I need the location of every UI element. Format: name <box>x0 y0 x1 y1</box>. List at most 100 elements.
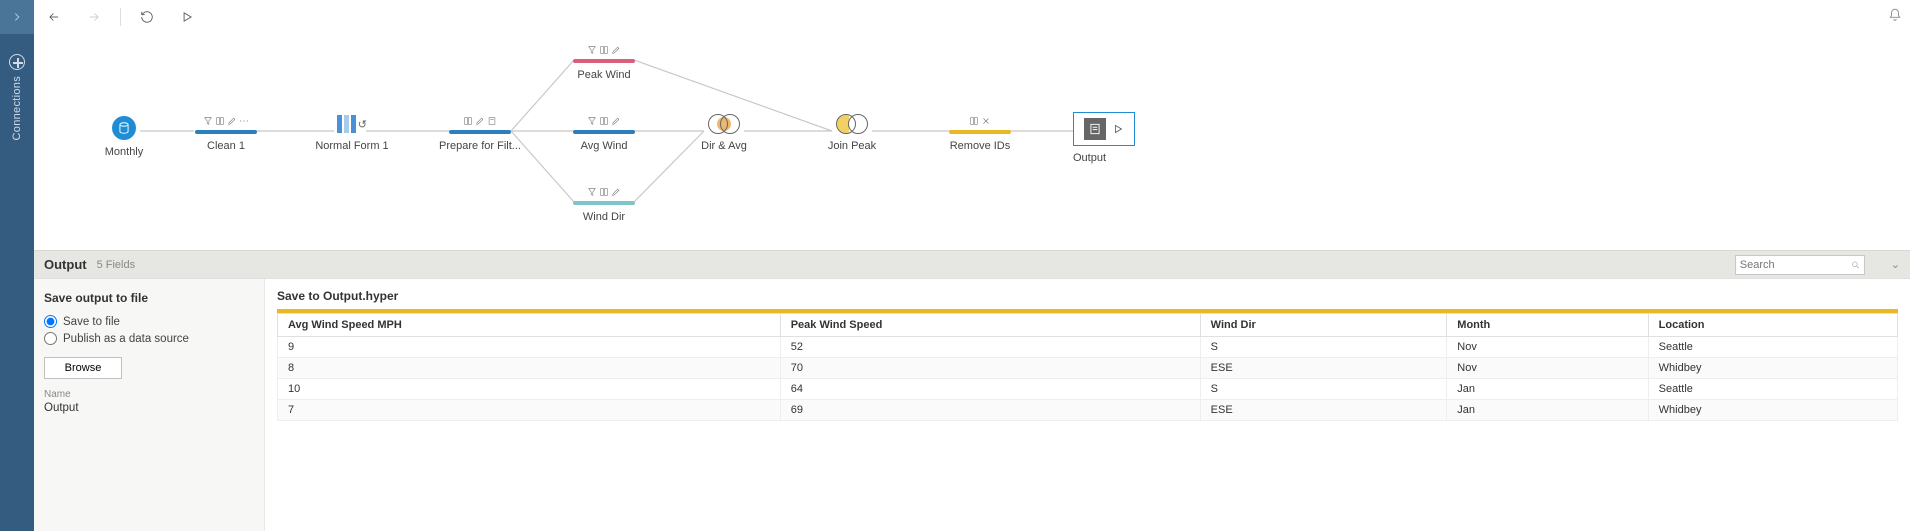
datasource-icon <box>112 116 136 140</box>
group-icon <box>969 116 979 126</box>
panel-header: Output 5 Fields ⌄ <box>34 250 1910 278</box>
bell-icon <box>1888 8 1902 22</box>
search-icon <box>1851 260 1860 270</box>
radio-publish-input[interactable] <box>44 332 57 345</box>
play-icon[interactable] <box>1112 123 1124 135</box>
node-joinpeak[interactable]: Join Peak <box>802 114 902 152</box>
notifications-button[interactable] <box>1888 8 1902 25</box>
node-action-icons <box>930 116 1030 127</box>
table-cell: Seattle <box>1648 379 1897 400</box>
edit-icon <box>227 116 237 126</box>
table-column-header[interactable]: Wind Dir <box>1200 314 1447 337</box>
step-bar <box>573 130 635 134</box>
sidebar-expand-button[interactable] <box>0 0 34 34</box>
forward-button <box>80 3 108 31</box>
filter-icon <box>587 116 597 126</box>
step-bar <box>573 59 635 63</box>
node-label: Dir & Avg <box>674 140 774 152</box>
table-cell: 8 <box>278 358 781 379</box>
group-icon <box>463 116 473 126</box>
node-winddir[interactable]: Wind Dir <box>554 187 654 223</box>
step-bar <box>195 130 257 134</box>
radio-save-label: Save to file <box>63 316 120 328</box>
node-action-icons <box>554 116 654 127</box>
flow-canvas[interactable]: Monthly ⋯ Clean 1 ↺ Normal Form 1 Prepar… <box>34 34 1910 244</box>
add-connection-icon[interactable] <box>9 54 25 70</box>
run-flow-button[interactable] <box>173 3 201 31</box>
node-label: Prepare for Filt... <box>430 140 530 152</box>
node-diravg[interactable]: Dir & Avg <box>674 114 774 152</box>
arrow-right-icon <box>87 10 101 24</box>
node-peakwind[interactable]: Peak Wind <box>554 45 654 81</box>
search-box[interactable] <box>1735 255 1865 275</box>
node-label: Peak Wind <box>554 69 654 81</box>
node-label: Wind Dir <box>554 211 654 223</box>
node-label: Avg Wind <box>554 140 654 152</box>
group-icon <box>215 116 225 126</box>
output-config-pane: Save output to file Save to file Publish… <box>34 279 264 531</box>
node-clean1[interactable]: ⋯ Clean 1 <box>176 116 276 152</box>
join-icon <box>834 114 870 134</box>
table-cell: ESE <box>1200 400 1447 421</box>
node-label: Remove IDs <box>930 140 1030 152</box>
table-cell: S <box>1200 337 1447 358</box>
browse-button[interactable]: Browse <box>44 357 122 379</box>
chevron-right-icon <box>10 10 24 24</box>
table-cell: Jan <box>1447 379 1648 400</box>
node-output[interactable]: Output <box>1054 112 1154 164</box>
node-label: Normal Form 1 <box>302 140 402 152</box>
table-header-row: Avg Wind Speed MPHPeak Wind SpeedWind Di… <box>278 314 1898 337</box>
table-cell: 9 <box>278 337 781 358</box>
left-sidebar: Connections <box>0 0 34 531</box>
radio-save-input[interactable] <box>44 315 57 328</box>
back-button[interactable] <box>40 3 68 31</box>
table-row[interactable]: 870ESENovWhidbey <box>278 358 1898 379</box>
node-label: Output <box>1073 152 1154 164</box>
node-label: Join Peak <box>802 140 902 152</box>
fields-count: 5 Fields <box>97 259 136 271</box>
sidebar-label: Connections <box>11 76 23 140</box>
table-column-header[interactable]: Avg Wind Speed MPH <box>278 314 781 337</box>
table-cell: Whidbey <box>1648 400 1897 421</box>
edit-icon <box>475 116 485 126</box>
pivot-icon: ↺ <box>337 114 367 134</box>
name-field-label: Name <box>44 389 254 400</box>
radio-publish[interactable]: Publish as a data source <box>44 332 254 345</box>
table-row[interactable]: 1064SJanSeattle <box>278 379 1898 400</box>
table-column-header[interactable]: Peak Wind Speed <box>780 314 1200 337</box>
group-icon <box>599 187 609 197</box>
edit-icon <box>611 116 621 126</box>
preview-table: Avg Wind Speed MPHPeak Wind SpeedWind Di… <box>277 313 1898 421</box>
calc-icon <box>487 116 497 126</box>
table-cell: 70 <box>780 358 1200 379</box>
node-avgwind[interactable]: Avg Wind <box>554 116 654 152</box>
output-preview-pane: Save to Output.hyper Avg Wind Speed MPHP… <box>264 279 1910 531</box>
radio-save-to-file[interactable]: Save to file <box>44 315 254 328</box>
edit-icon <box>611 45 621 55</box>
group-icon <box>599 116 609 126</box>
panel-menu-caret[interactable]: ⌄ <box>1891 258 1900 271</box>
node-label: Monthly <box>74 146 174 158</box>
node-prepare[interactable]: Prepare for Filt... <box>430 116 530 152</box>
node-label: Clean 1 <box>176 140 276 152</box>
filter-icon <box>587 45 597 55</box>
table-column-header[interactable]: Month <box>1447 314 1648 337</box>
step-bar <box>949 130 1011 134</box>
node-normalform1[interactable]: ↺ Normal Form 1 <box>302 114 402 152</box>
node-removeids[interactable]: Remove IDs <box>930 116 1030 152</box>
preview-title: Save to Output.hyper <box>277 289 1898 303</box>
node-monthly[interactable]: Monthly <box>74 116 174 158</box>
node-action-icons <box>554 187 654 198</box>
table-cell: 7 <box>278 400 781 421</box>
node-action-icons <box>554 45 654 56</box>
refresh-button[interactable] <box>133 3 161 31</box>
search-input[interactable] <box>1740 259 1851 271</box>
file-output-icon <box>1084 118 1106 140</box>
table-row[interactable]: 769ESEJanWhidbey <box>278 400 1898 421</box>
database-icon <box>117 121 131 135</box>
config-section-title: Save output to file <box>44 291 254 305</box>
table-column-header[interactable]: Location <box>1648 314 1897 337</box>
node-action-icons <box>430 116 530 127</box>
table-row[interactable]: 952SNovSeattle <box>278 337 1898 358</box>
table-cell: Seattle <box>1648 337 1897 358</box>
